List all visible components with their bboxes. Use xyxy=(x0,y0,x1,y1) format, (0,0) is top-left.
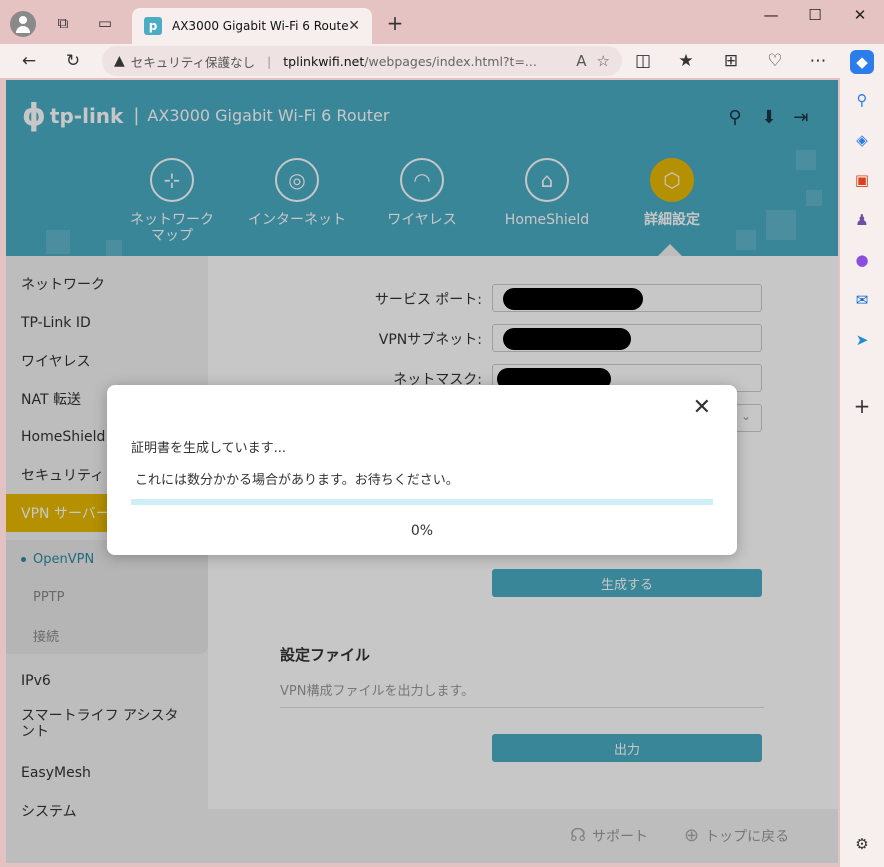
favorites-icon[interactable]: ★ xyxy=(673,48,699,74)
collections-icon[interactable]: ⊞ xyxy=(718,48,744,74)
send-icon[interactable]: ➤ xyxy=(850,328,874,352)
split-screen-icon[interactable]: ◫ xyxy=(630,48,656,74)
close-icon[interactable]: ✕ xyxy=(693,395,711,420)
address-bar[interactable]: ▲ セキュリティ保護なし | tplinkwifi.net /webpages/… xyxy=(102,46,622,76)
settings-gear-icon[interactable]: ⚙ xyxy=(850,832,874,856)
window-close-icon[interactable]: ✕ xyxy=(845,6,875,24)
browser-title-bar: ⧉ ▭ p AX3000 Gigabit Wi-Fi 6 Router ✕ + … xyxy=(0,0,884,44)
close-icon[interactable]: ✕ xyxy=(348,18,360,34)
favorite-star-icon[interactable]: ☆ xyxy=(597,52,610,70)
generating-certificate-dialog: ✕ 証明書を生成しています... これには数分かかる場合があります。お待ちくださ… xyxy=(107,385,737,555)
url-host: tplinkwifi.net xyxy=(283,53,365,69)
tab-actions-icon[interactable]: ▭ xyxy=(92,10,118,36)
tplink-favicon-icon: p xyxy=(144,17,162,35)
progress-percent: 0% xyxy=(410,523,434,539)
browser-essentials-icon[interactable]: ♡ xyxy=(762,48,788,74)
browser-tab[interactable]: p AX3000 Gigabit Wi-Fi 6 Router ✕ xyxy=(132,8,372,44)
warning-icon: ▲ xyxy=(114,53,125,69)
address-bar-row: ← ↻ ▲ セキュリティ保護なし | tplinkwifi.net /webpa… xyxy=(0,44,884,78)
more-icon[interactable]: ⋯ xyxy=(805,48,831,74)
add-icon[interactable]: + xyxy=(850,394,874,418)
progress-bar xyxy=(131,499,713,505)
back-icon[interactable]: ← xyxy=(16,48,42,74)
refresh-icon[interactable]: ↻ xyxy=(60,48,86,74)
read-aloud-icon[interactable]: A xyxy=(576,52,586,70)
security-label: セキュリティ保護なし xyxy=(130,54,256,70)
edge-sidebar: ◆ ⚲ ◈ ▣ ♟ ● ✉ ➤ + ⚙ xyxy=(840,44,884,867)
shopping-tag-icon[interactable]: ◈ xyxy=(850,128,874,152)
tab-title: AX3000 Gigabit Wi-Fi 6 Router xyxy=(172,19,349,33)
microsoft365-icon[interactable]: ● xyxy=(850,248,874,272)
games-icon[interactable]: ♟ xyxy=(850,208,874,232)
copilot-icon[interactable]: ◆ xyxy=(850,50,874,74)
dialog-title: 証明書を生成しています... xyxy=(131,441,287,456)
minimize-icon[interactable]: — xyxy=(756,6,786,24)
outlook-icon[interactable]: ✉ xyxy=(850,288,874,312)
profile-icon[interactable] xyxy=(10,11,36,37)
workspaces-icon[interactable]: ⧉ xyxy=(50,10,76,36)
tools-icon[interactable]: ▣ xyxy=(850,168,874,192)
new-tab-icon[interactable]: + xyxy=(382,10,408,36)
search-icon[interactable]: ⚲ xyxy=(850,88,874,112)
dialog-message: これには数分かかる場合があります。お待ちください。 xyxy=(135,473,459,488)
url-path: /webpages/index.html?t=... xyxy=(364,53,537,69)
maximize-icon[interactable]: ☐ xyxy=(800,6,830,24)
